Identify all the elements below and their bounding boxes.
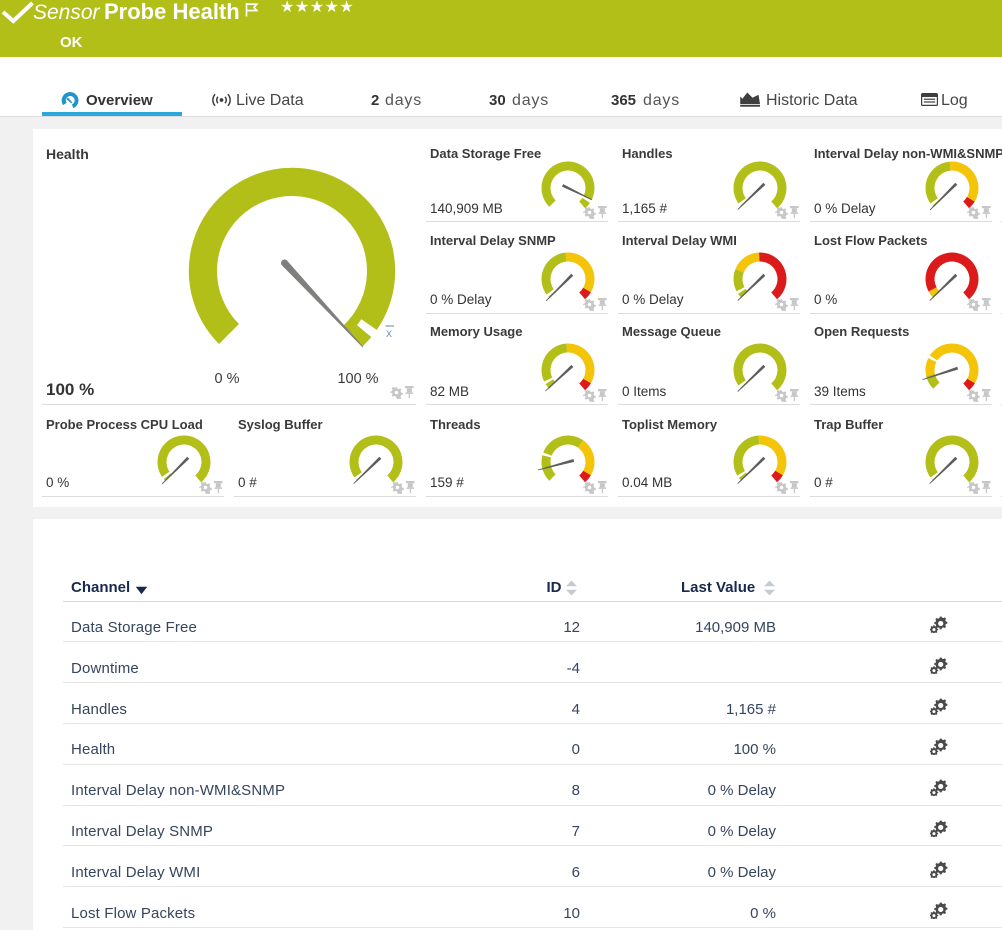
svg-text:x: x <box>386 326 392 340</box>
